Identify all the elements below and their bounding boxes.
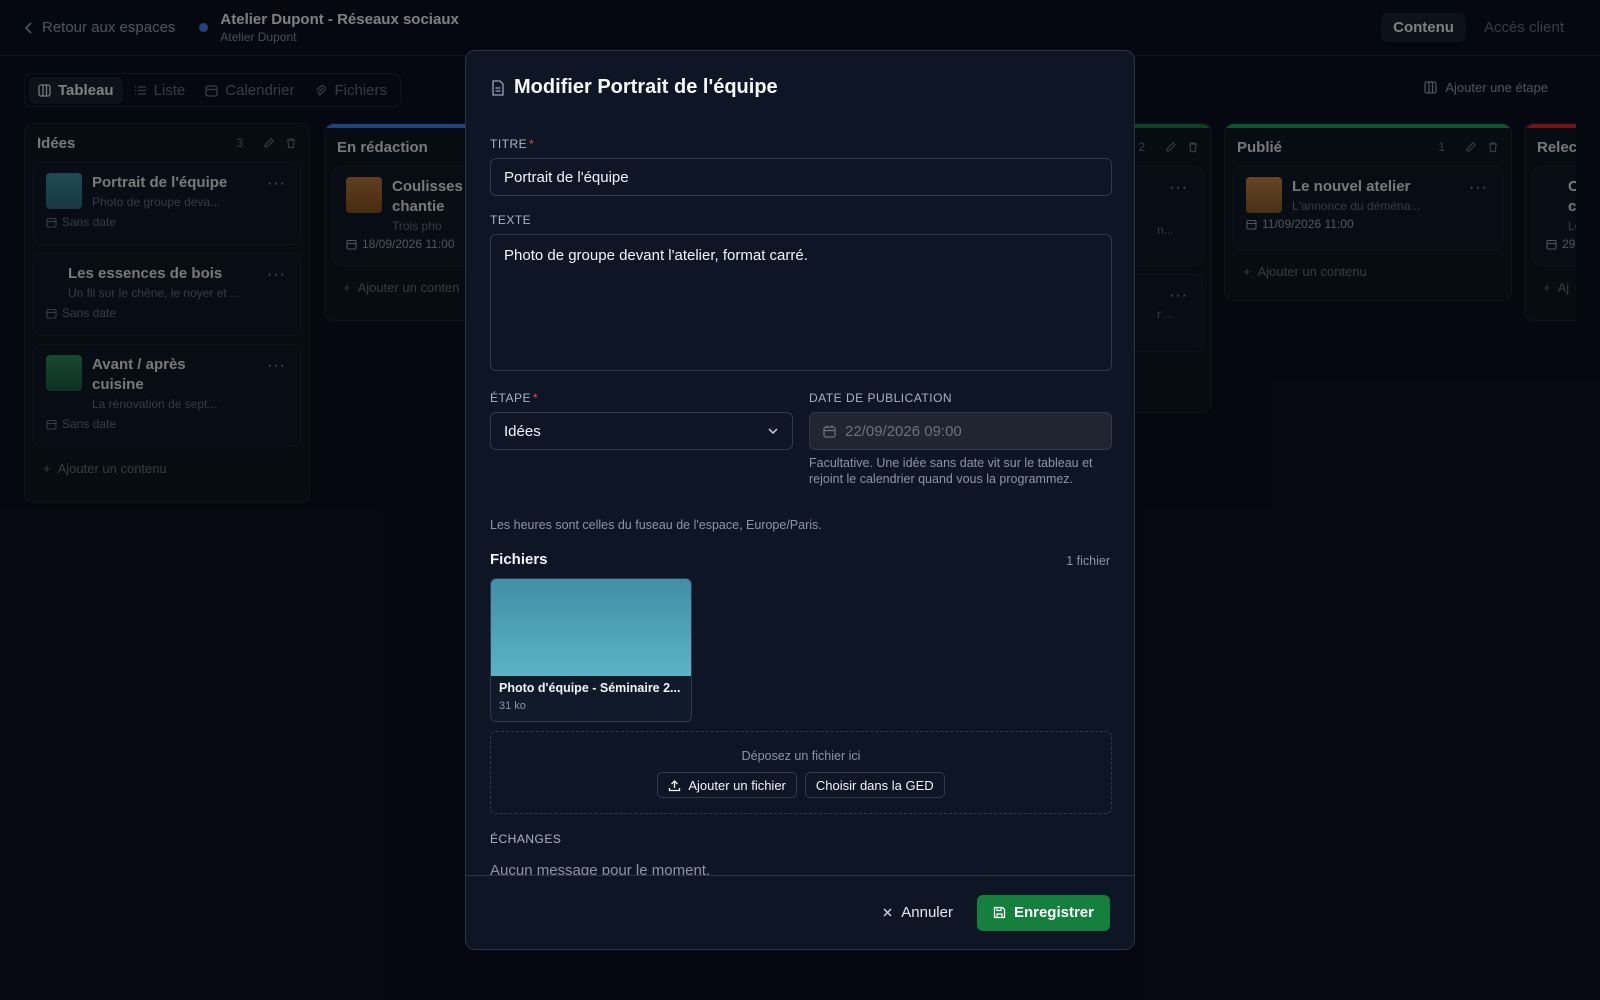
modal-header: Modifier Portrait de l'équipe [466,51,1134,99]
files-title: Fichiers [490,551,548,568]
dropzone-label: Déposez un fichier ici [741,749,861,763]
choose-from-ged-button[interactable]: Choisir dans la GED [804,772,945,798]
chevron-down-icon [767,427,779,435]
save-label: Enregistrer [1013,904,1094,921]
calendar-icon [823,425,836,438]
cancel-button[interactable]: Annuler [882,904,953,921]
upload-icon [668,779,681,792]
text-textarea[interactable]: Photo de groupe devant l'atelier, format… [490,234,1112,371]
save-icon [993,906,1006,919]
title-input[interactable]: Portrait de l'équipe [490,158,1112,196]
title-label: TITRE * [490,137,535,151]
file-name: Photo d'équipe - Séminaire 2... [499,681,681,695]
timezone-note: Les heures sont celles du fuseau de l'es… [490,518,822,532]
date-help-text: Facultative. Une idée sans date vit sur … [809,456,1093,486]
files-count: 1 fichier [1066,554,1110,568]
file-card[interactable]: Photo d'équipe - Séminaire 2... 31 ko [490,578,692,722]
modal-title: Modifier Portrait de l'équipe [514,76,778,98]
stage-label: ÉTAPE * [490,391,539,405]
upload-file-label: Ajouter un fichier [688,777,786,793]
required-marker: * [529,137,535,151]
exchanges-label: ÉCHANGES [490,832,562,846]
date-placeholder: 22/09/2026 09:00 [845,422,962,440]
close-icon [882,907,893,918]
stage-selected-value: Idées [504,422,541,440]
required-marker: * [532,391,539,405]
file-dropzone[interactable]: Déposez un fichier ici Ajouter un fichie… [490,731,1112,814]
edit-content-modal: Modifier Portrait de l'équipe TITRE * Por… [465,50,1135,950]
document-icon [491,79,505,96]
file-thumbnail [491,579,691,676]
text-label: TEXTE [490,213,532,227]
cancel-label: Annuler [901,904,953,921]
file-size: 31 ko [499,700,526,712]
publication-date-label: DATE DE PUBLICATION [809,391,953,405]
modal-footer: Annuler Enregistrer [466,875,1134,949]
upload-file-button[interactable]: Ajouter un fichier [657,772,797,798]
stage-select[interactable]: Idées [490,412,793,450]
publication-date-input[interactable]: 22/09/2026 09:00 [809,412,1112,450]
save-button[interactable]: Enregistrer [976,894,1110,931]
